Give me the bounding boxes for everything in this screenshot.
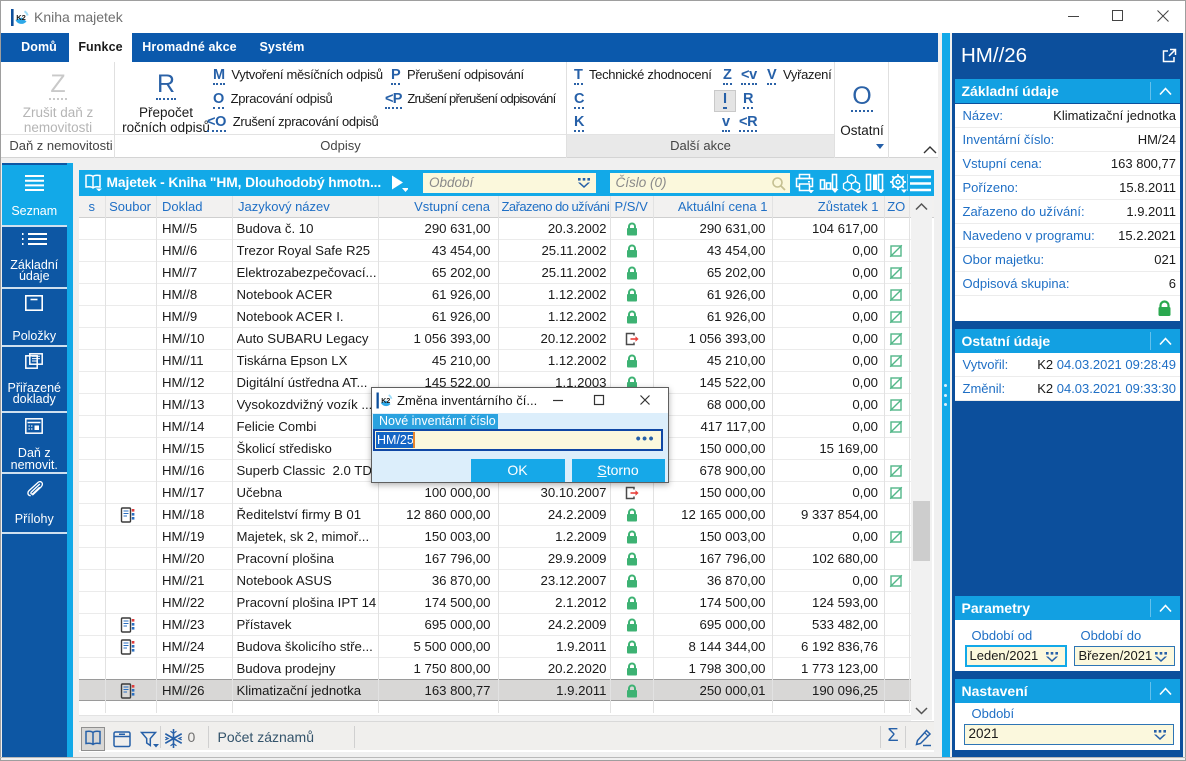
svg-text:K2: K2: [381, 398, 390, 405]
svg-text:K2: K2: [16, 13, 26, 22]
